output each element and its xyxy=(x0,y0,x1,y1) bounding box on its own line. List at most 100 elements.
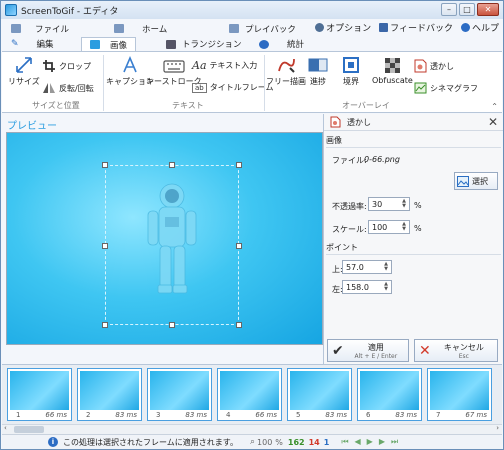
cinemagraph-button[interactable]: シネマグラフ xyxy=(414,82,478,94)
stepper-arrows-icon[interactable]: ▲ ▼ xyxy=(400,222,408,232)
flip-rotate-button[interactable]: 反転/回転 xyxy=(42,82,94,94)
point-section-header: ポイント xyxy=(326,242,501,255)
watermark-button[interactable]: 透かし xyxy=(414,59,454,73)
left-stepper[interactable]: 158.0 ▲ ▼ xyxy=(342,280,392,294)
watermark-icon xyxy=(414,59,427,73)
select-file-button[interactable]: 選択 xyxy=(454,172,498,190)
title-frame-button[interactable]: ab タイトルフレーム xyxy=(192,82,274,93)
stepper-arrows-icon[interactable]: ▲ ▼ xyxy=(382,282,390,292)
resize-label: リサイズ xyxy=(8,77,40,86)
resize-handle[interactable] xyxy=(236,243,242,249)
info-icon: i xyxy=(48,437,58,447)
panel-close-icon[interactable]: ✕ xyxy=(488,115,498,129)
status-bar: i この処理は選択されたフレームに適用されます。 ⌕ 100 % 162 14 … xyxy=(2,434,502,449)
apply-button[interactable]: ✔ 適用 Alt + E / Enter xyxy=(327,339,409,362)
window-controls: – □ ✕ xyxy=(441,3,499,16)
progress-icon xyxy=(308,58,328,72)
scale-stepper[interactable]: 100 ▲ ▼ xyxy=(368,220,410,234)
frame-thumbnail[interactable]: 7 67 ms xyxy=(427,368,492,421)
status-message: この処理は選択されたフレームに適用されます。 xyxy=(63,437,238,447)
select-file-label: 選択 xyxy=(472,176,488,186)
cancel-button[interactable]: ✕ キャンセル Esc xyxy=(414,339,498,362)
frame-image xyxy=(360,371,419,410)
tab-playback-label: プレイバック xyxy=(245,24,296,35)
frame-thumbnail[interactable]: 5 83 ms xyxy=(287,368,352,421)
options-link[interactable]: オプション xyxy=(315,21,371,34)
flip-rotate-label: 反転/回転 xyxy=(59,83,94,93)
tab-transitions[interactable]: トランジション xyxy=(166,37,242,51)
maximize-button[interactable]: □ xyxy=(459,3,475,16)
resize-handle[interactable] xyxy=(169,322,175,328)
watermark-panel: 透かし ✕ 画像 ファイル: 0-66.png 選択 不透過率: 30 ▲ ▼ %… xyxy=(323,114,503,364)
resize-handle[interactable] xyxy=(236,322,242,328)
minimize-button[interactable]: – xyxy=(441,3,457,16)
tab-row-bottom: ✎ 編集 画像 トランジション 統計 xyxy=(1,37,503,51)
file-value: 0-66.png xyxy=(364,155,400,164)
help-link[interactable]: ヘルプ xyxy=(460,21,499,34)
obfuscate-button[interactable]: Obfuscate xyxy=(372,56,413,85)
scale-value: 100 xyxy=(372,222,388,232)
watermark-selection[interactable] xyxy=(102,162,242,328)
zoom-unit: % xyxy=(275,437,283,447)
title-frame-icon: ab xyxy=(192,82,207,93)
zoom-value[interactable]: 100 xyxy=(257,438,272,447)
tab-edit[interactable]: ✎ 編集 xyxy=(11,37,54,51)
preview-canvas[interactable] xyxy=(6,132,323,345)
frame-thumbnail[interactable]: 6 83 ms xyxy=(357,368,422,421)
frame-thumbnail[interactable]: 4 66 ms xyxy=(217,368,282,421)
tab-image[interactable]: 画像 xyxy=(81,37,137,51)
apply-shortcut: Alt + E / Enter xyxy=(354,352,398,360)
progress-button[interactable]: 進捗 xyxy=(308,56,328,87)
progress-label: 進捗 xyxy=(310,77,326,86)
feedback-link[interactable]: フィードバック xyxy=(379,21,453,34)
frame-thumbnail[interactable]: 2 83 ms xyxy=(77,368,142,421)
crop-icon xyxy=(43,60,55,72)
resize-button[interactable]: リサイズ xyxy=(8,56,40,87)
scroll-left-icon[interactable]: ‹ xyxy=(4,424,7,432)
close-button[interactable]: ✕ xyxy=(477,3,499,16)
ribbon-separator xyxy=(103,55,104,111)
flip-icon xyxy=(43,83,55,93)
tab-file[interactable]: ファイル xyxy=(11,20,69,37)
frame-duration: 66 ms xyxy=(45,411,67,419)
text-aa-icon: Aa xyxy=(192,59,207,72)
total-frames: 162 xyxy=(287,437,305,447)
border-button[interactable]: 境界 xyxy=(342,56,360,87)
collapse-ribbon-icon[interactable]: ⌃ xyxy=(491,102,498,111)
zoom-icon: ⌕ xyxy=(249,437,256,447)
frame-duration: 83 ms xyxy=(395,411,417,419)
crop-button[interactable]: クロップ xyxy=(42,59,91,73)
crop-label: クロップ xyxy=(59,61,91,71)
info-icon xyxy=(259,39,269,49)
top-value: 57.0 xyxy=(346,262,364,272)
playback-controls[interactable]: ⏮◀▶▶⏭ xyxy=(341,437,404,447)
opacity-value: 30 xyxy=(372,199,383,209)
scrollbar-thumb[interactable] xyxy=(14,426,44,433)
frame-image xyxy=(150,371,209,410)
frame-image xyxy=(430,371,489,410)
scroll-right-icon[interactable]: › xyxy=(496,424,499,432)
tab-statistics-label: 統計 xyxy=(287,40,305,50)
resize-handle[interactable] xyxy=(236,162,242,168)
tab-statistics[interactable]: 統計 xyxy=(259,37,304,51)
resize-handle[interactable] xyxy=(102,162,108,168)
resize-handle[interactable] xyxy=(169,162,175,168)
save-icon xyxy=(11,24,21,33)
text-input-label: テキスト入力 xyxy=(209,61,258,70)
stepper-arrows-icon[interactable]: ▲ ▼ xyxy=(382,262,390,272)
tab-playback[interactable]: プレイバック xyxy=(229,20,296,37)
resize-handle[interactable] xyxy=(102,243,108,249)
frame-thumbnail[interactable]: 3 83 ms xyxy=(147,368,212,421)
keyboard-icon xyxy=(163,60,185,73)
frame-scrollbar[interactable]: ‹ › xyxy=(2,424,502,434)
text-input-button[interactable]: Aa テキスト入力 xyxy=(192,59,257,72)
frame-duration: 83 ms xyxy=(185,411,207,419)
opacity-stepper[interactable]: 30 ▲ ▼ xyxy=(368,197,410,211)
stepper-arrows-icon[interactable]: ▲ ▼ xyxy=(400,199,408,209)
top-stepper[interactable]: 57.0 ▲ ▼ xyxy=(342,260,392,274)
resize-handle[interactable] xyxy=(102,322,108,328)
tab-home[interactable]: ホーム xyxy=(114,20,167,37)
frame-image xyxy=(80,371,139,410)
frame-thumbnail[interactable]: 1 66 ms xyxy=(7,368,72,421)
free-draw-button[interactable]: フリー描画 xyxy=(266,56,306,87)
